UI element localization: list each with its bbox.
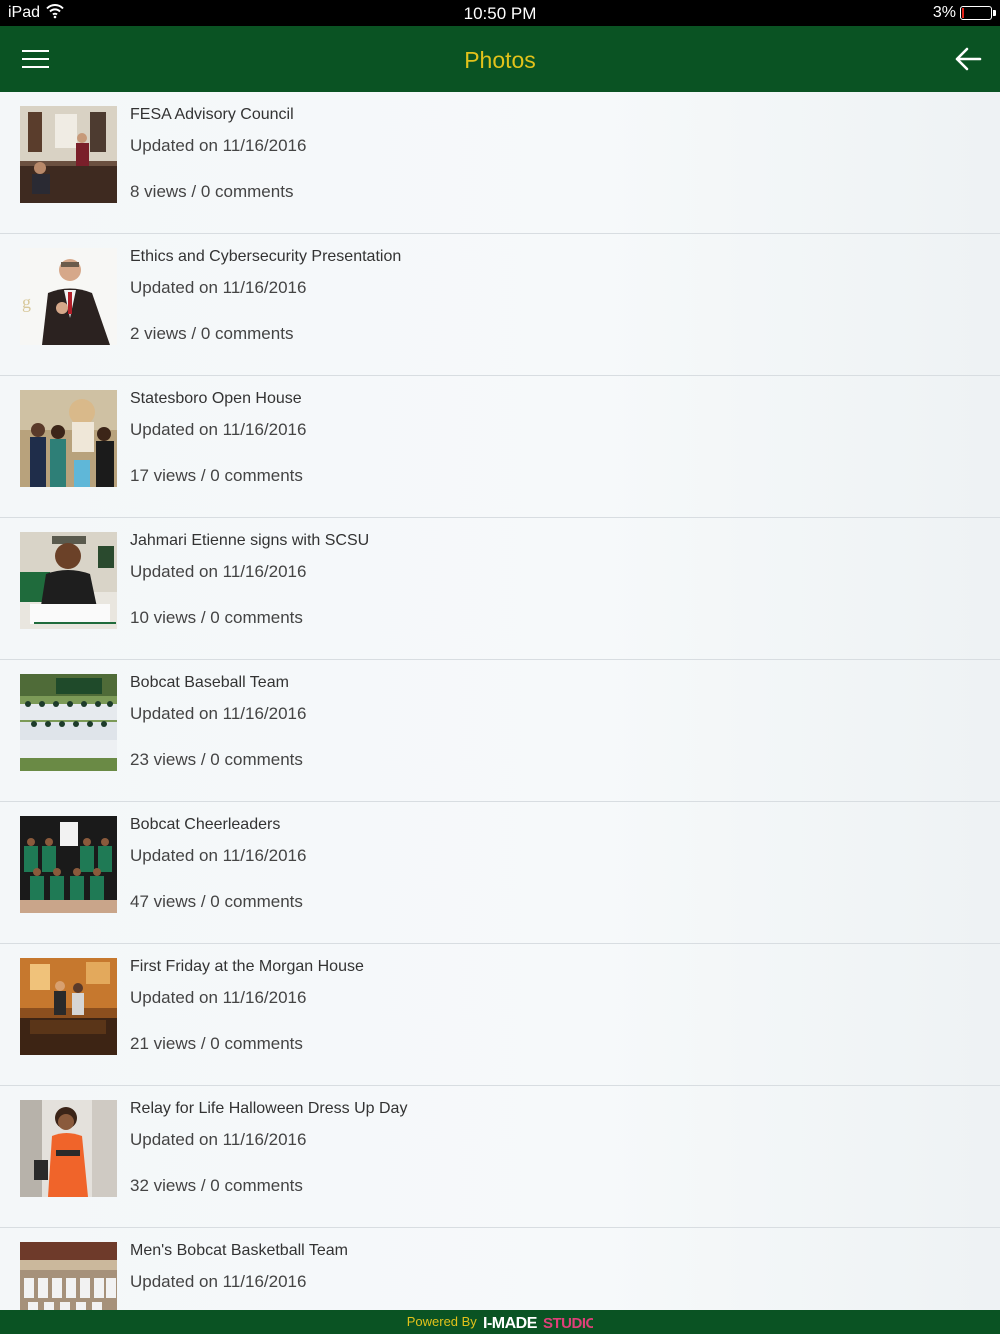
- album-title: First Friday at the Morgan House: [130, 958, 364, 975]
- album-updated: Updated on 11/16/2016: [130, 1272, 307, 1291]
- page-title: Photos: [464, 47, 536, 73]
- album-updated: Updated on 11/16/2016: [130, 988, 307, 1007]
- album-stats: 10 views / 0 comments: [130, 608, 303, 627]
- album-list-item[interactable]: Statesboro Open House Updated on 11/16/2…: [0, 376, 1000, 518]
- album-list-item[interactable]: Jahmari Etienne signs with SCSU Updated …: [0, 518, 1000, 660]
- svg-text:I-MADE: I-MADE: [483, 1315, 538, 1332]
- album-title: Relay for Life Halloween Dress Up Day: [130, 1100, 408, 1117]
- album-stats: 2 views / 0 comments: [130, 324, 294, 343]
- album-thumbnail: [20, 674, 117, 771]
- album-title: FESA Advisory Council: [130, 106, 294, 123]
- album-stats: 8 views / 0 comments: [130, 182, 294, 201]
- album-title: Statesboro Open House: [130, 390, 302, 407]
- album-stats: 17 views / 0 comments: [130, 466, 303, 485]
- powered-by-label: Powered By: [406, 1314, 477, 1329]
- svg-text:g: g: [22, 292, 31, 312]
- album-updated: Updated on 11/16/2016: [130, 1130, 307, 1149]
- album-thumbnail: [20, 958, 117, 1055]
- album-title: Jahmari Etienne signs with SCSU: [130, 532, 370, 549]
- album-thumbnail: [20, 106, 117, 203]
- album-updated: Updated on 11/16/2016: [130, 562, 307, 581]
- album-list-item[interactable]: g Ethics and Cybersecurity Presentation …: [0, 234, 1000, 376]
- album-updated: Updated on 11/16/2016: [130, 846, 307, 865]
- album-thumbnail: [20, 532, 117, 629]
- album-updated: Updated on 11/16/2016: [130, 278, 307, 297]
- album-title: Ethics and Cybersecurity Presentation: [130, 248, 402, 265]
- battery-percent: 3%: [932, 4, 956, 21]
- album-stats: 21 views / 0 comments: [130, 1034, 303, 1053]
- album-list-item[interactable]: Men's Bobcat Basketball Team Updated on …: [0, 1228, 1000, 1310]
- album-list-item[interactable]: First Friday at the Morgan House Updated…: [0, 944, 1000, 1086]
- album-list-item[interactable]: Relay for Life Halloween Dress Up Day Up…: [0, 1086, 1000, 1228]
- nav-bar: Photos: [0, 26, 1000, 92]
- album-thumbnail: [20, 1100, 117, 1197]
- album-thumbnail: [20, 816, 117, 913]
- imade-studio-logo: I-MADE STUDIO: [483, 1315, 593, 1332]
- album-updated: Updated on 11/16/2016: [130, 704, 307, 723]
- album-stats: 32 views / 0 comments: [130, 1176, 303, 1195]
- album-list: FESA Advisory Council Updated on 11/16/2…: [0, 92, 1000, 1310]
- album-thumbnail: g: [20, 248, 117, 345]
- svg-text:STUDIO: STUDIO: [543, 1315, 593, 1332]
- album-stats: 23 views / 0 comments: [130, 750, 303, 769]
- album-stats: 47 views / 0 comments: [130, 892, 303, 911]
- album-title: Bobcat Baseball Team: [130, 674, 289, 691]
- album-list-item[interactable]: Bobcat Baseball Team Updated on 11/16/20…: [0, 660, 1000, 802]
- album-updated: Updated on 11/16/2016: [130, 136, 307, 155]
- album-list-item[interactable]: Bobcat Cheerleaders Updated on 11/16/201…: [0, 802, 1000, 944]
- status-time: 10:50 PM: [463, 4, 537, 23]
- status-bar: iPad 10:50 PM 3%: [0, 0, 1000, 26]
- album-thumbnail: [20, 390, 117, 487]
- album-title: Bobcat Cheerleaders: [130, 816, 281, 833]
- battery-level-fill: [962, 8, 964, 18]
- album-updated: Updated on 11/16/2016: [130, 420, 307, 439]
- arrow-left-icon[interactable]: [954, 46, 982, 72]
- album-title: Men's Bobcat Basketball Team: [130, 1242, 348, 1259]
- battery-icon: [960, 6, 996, 20]
- powered-by-footer: Powered By I-MADE STUDIO: [0, 1310, 1000, 1334]
- album-thumbnail: [20, 1242, 117, 1310]
- album-list-item[interactable]: FESA Advisory Council Updated on 11/16/2…: [0, 92, 1000, 234]
